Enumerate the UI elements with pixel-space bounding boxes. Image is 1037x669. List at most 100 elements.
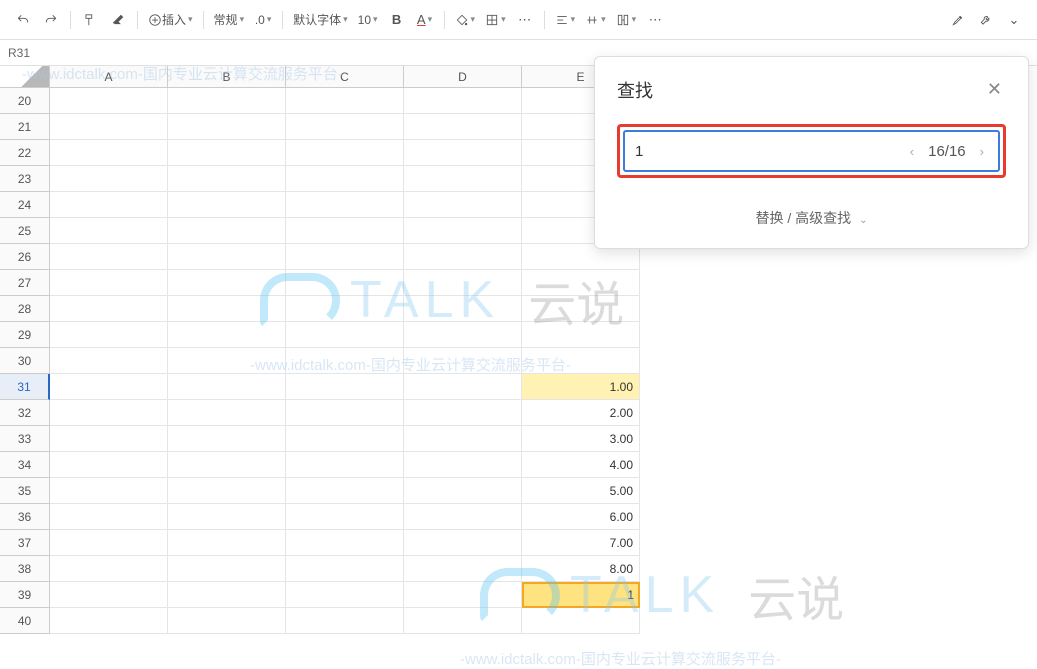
cell[interactable]: [286, 374, 404, 400]
cell[interactable]: [286, 348, 404, 374]
format-painter-button[interactable]: [77, 6, 103, 34]
cell[interactable]: [50, 140, 168, 166]
cell[interactable]: [286, 88, 404, 114]
row-header[interactable]: 21: [0, 114, 50, 140]
row-header[interactable]: 39: [0, 582, 50, 608]
row-header[interactable]: 20: [0, 88, 50, 114]
cell[interactable]: [286, 218, 404, 244]
cell[interactable]: [286, 244, 404, 270]
row-header[interactable]: 26: [0, 244, 50, 270]
highlight-button[interactable]: [945, 6, 971, 34]
cell[interactable]: [404, 530, 522, 556]
cell[interactable]: [404, 244, 522, 270]
cell[interactable]: [286, 530, 404, 556]
cell[interactable]: 5.00: [522, 478, 640, 504]
decimal-button[interactable]: .0 ▾: [250, 6, 276, 34]
cell[interactable]: [522, 270, 640, 296]
cell[interactable]: 1.00: [522, 374, 640, 400]
name-box[interactable]: R31: [8, 46, 48, 60]
borders-button[interactable]: ▾: [481, 6, 510, 34]
row-header[interactable]: 32: [0, 400, 50, 426]
cell[interactable]: 7.00: [522, 530, 640, 556]
row-header[interactable]: 28: [0, 296, 50, 322]
cell[interactable]: [286, 322, 404, 348]
cell[interactable]: [50, 608, 168, 634]
cell[interactable]: [50, 348, 168, 374]
row-header[interactable]: 38: [0, 556, 50, 582]
fill-color-button[interactable]: ▾: [451, 6, 480, 34]
cell[interactable]: [50, 478, 168, 504]
cell[interactable]: 4.00: [522, 452, 640, 478]
row-header[interactable]: 25: [0, 218, 50, 244]
cell[interactable]: [404, 504, 522, 530]
cell[interactable]: [168, 504, 286, 530]
cell[interactable]: [168, 166, 286, 192]
cell[interactable]: [50, 582, 168, 608]
cell[interactable]: [404, 166, 522, 192]
cell[interactable]: 1: [522, 582, 640, 608]
cell[interactable]: [168, 322, 286, 348]
cell[interactable]: [286, 582, 404, 608]
collapse-toolbar-button[interactable]: ⌄: [1001, 6, 1027, 34]
more-align-button[interactable]: ⋯: [642, 6, 668, 34]
redo-button[interactable]: [38, 6, 64, 34]
cell[interactable]: [50, 114, 168, 140]
cell[interactable]: [286, 608, 404, 634]
cell[interactable]: 6.00: [522, 504, 640, 530]
cell[interactable]: [168, 140, 286, 166]
cell[interactable]: [50, 452, 168, 478]
column-header[interactable]: B: [168, 66, 286, 88]
close-button[interactable]: ✕: [983, 75, 1006, 104]
cell[interactable]: [168, 400, 286, 426]
cell[interactable]: [286, 556, 404, 582]
cell[interactable]: [168, 192, 286, 218]
cell[interactable]: [168, 218, 286, 244]
more-format-button[interactable]: ⋯: [512, 6, 538, 34]
cell[interactable]: [404, 608, 522, 634]
cell[interactable]: [168, 348, 286, 374]
cell[interactable]: [404, 400, 522, 426]
cell[interactable]: [168, 88, 286, 114]
cell[interactable]: [286, 504, 404, 530]
cell[interactable]: [404, 296, 522, 322]
cell[interactable]: [404, 88, 522, 114]
cell[interactable]: [168, 426, 286, 452]
cell[interactable]: [50, 504, 168, 530]
cell[interactable]: [286, 400, 404, 426]
cell[interactable]: [404, 114, 522, 140]
column-header[interactable]: D: [404, 66, 522, 88]
cell[interactable]: [168, 114, 286, 140]
insert-button[interactable]: 插入 ▾: [144, 6, 197, 34]
row-header[interactable]: 31: [0, 374, 50, 400]
cell[interactable]: [286, 114, 404, 140]
undo-button[interactable]: [10, 6, 36, 34]
cell[interactable]: [50, 530, 168, 556]
column-header[interactable]: A: [50, 66, 168, 88]
cell[interactable]: [404, 374, 522, 400]
row-header[interactable]: 33: [0, 426, 50, 452]
cell[interactable]: [286, 140, 404, 166]
cell[interactable]: [286, 426, 404, 452]
row-header[interactable]: 30: [0, 348, 50, 374]
merge-button[interactable]: ▾: [612, 6, 641, 34]
cell[interactable]: [50, 244, 168, 270]
cell[interactable]: [50, 556, 168, 582]
align-h-button[interactable]: ▾: [551, 6, 580, 34]
cell[interactable]: [168, 582, 286, 608]
cell[interactable]: [50, 400, 168, 426]
cell[interactable]: [522, 348, 640, 374]
align-v-button[interactable]: ▾: [581, 6, 610, 34]
row-header[interactable]: 35: [0, 478, 50, 504]
clear-format-button[interactable]: [105, 6, 131, 34]
replace-advanced-link[interactable]: 替换 / 高级查找 ⌄: [756, 210, 868, 226]
cell[interactable]: 8.00: [522, 556, 640, 582]
cell[interactable]: [168, 556, 286, 582]
cell[interactable]: [50, 322, 168, 348]
select-all-corner[interactable]: [0, 66, 50, 88]
find-next-button[interactable]: ›: [976, 142, 988, 161]
cell[interactable]: [404, 556, 522, 582]
cell[interactable]: [522, 296, 640, 322]
row-header[interactable]: 29: [0, 322, 50, 348]
row-header[interactable]: 22: [0, 140, 50, 166]
cell[interactable]: [168, 478, 286, 504]
